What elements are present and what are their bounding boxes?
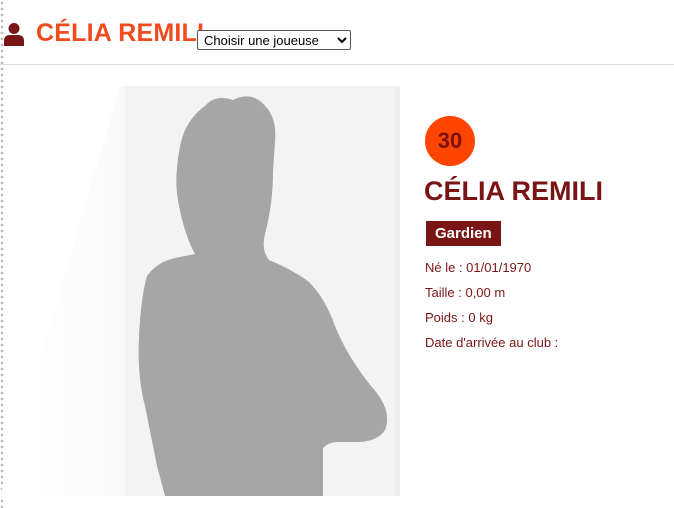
arrival-date-text: Date d'arrivée au club : bbox=[425, 335, 559, 350]
page-title: CÉLIA REMILI bbox=[36, 19, 205, 47]
player-select-dropdown[interactable]: Choisir une joueuse bbox=[197, 30, 351, 50]
player-name: CÉLIA REMILI bbox=[424, 176, 603, 206]
birth-date-text: Né le : 01/01/1970 bbox=[425, 260, 532, 275]
position-badge: Gardien bbox=[426, 221, 501, 246]
jersey-number-badge: 30 bbox=[425, 116, 475, 166]
weight-text: Poids : 0 kg bbox=[425, 310, 493, 325]
page-header: CÉLIA REMILI Choisir une joueuse bbox=[0, 0, 674, 65]
player-photo-placeholder bbox=[138, 96, 388, 496]
height-text: Taille : 0,00 m bbox=[425, 285, 506, 300]
user-icon bbox=[4, 23, 24, 46]
